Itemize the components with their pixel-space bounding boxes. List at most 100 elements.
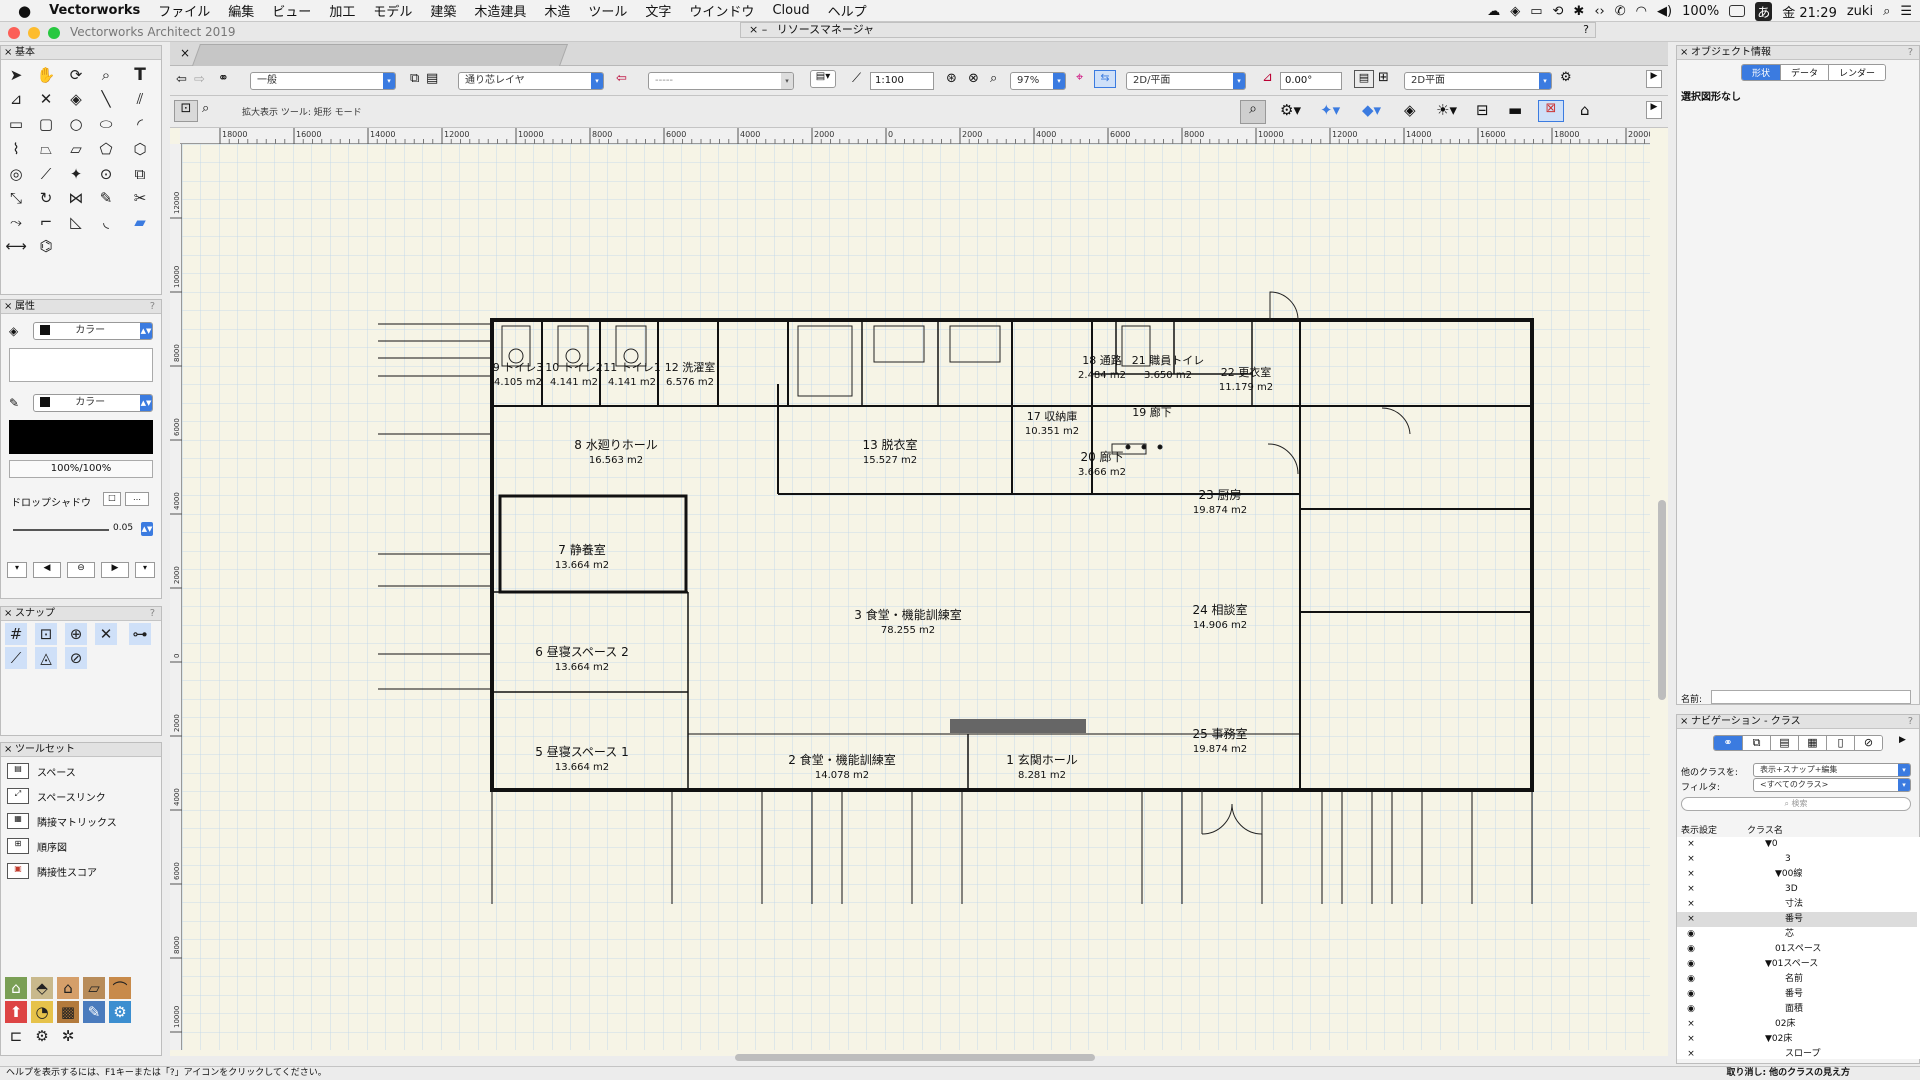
fit-to-window-icon[interactable]: ⊛: [946, 71, 957, 86]
settings-gear-icon[interactable]: ⚙▾: [1280, 101, 1301, 119]
marquee-zoom-mode-icon[interactable]: ⊡: [174, 100, 198, 122]
help-icon[interactable]: ?: [1583, 23, 1589, 37]
menu-edit[interactable]: 編集: [219, 1, 263, 20]
zoom-select[interactable]: 97% ▾: [1010, 72, 1066, 90]
window-close-button[interactable]: [8, 27, 20, 39]
line-tool-icon[interactable]: ╲: [95, 88, 117, 110]
viewport-icon[interactable]: ⊠: [1538, 100, 1564, 122]
toolset-pipe-icon[interactable]: ⚙: [109, 1001, 131, 1023]
window-minimize-button[interactable]: [28, 27, 40, 39]
toolset-settings-icon[interactable]: ✲: [57, 1025, 79, 1047]
menu-wood-fittings[interactable]: 木造建具: [465, 1, 535, 20]
spiral-tool-icon[interactable]: ◎: [5, 163, 27, 185]
snap-intersection-icon[interactable]: ✕: [95, 623, 117, 645]
toolset-gear-icon[interactable]: ⚙: [31, 1025, 53, 1047]
menu-wood[interactable]: 木造: [535, 1, 579, 20]
toolset-item-space-link[interactable]: ⤢ スペースリンク: [7, 786, 106, 806]
class-row[interactable]: ◉ 名前: [1677, 972, 1917, 987]
arc-tool-icon[interactable]: ◜: [129, 113, 151, 135]
nav-expand-icon[interactable]: ▶: [1899, 735, 1906, 745]
unified-view-icon[interactable]: ⌖: [1076, 70, 1083, 85]
class-row[interactable]: × 3: [1677, 852, 1917, 867]
viewports-tab-icon[interactable]: ▦: [1798, 736, 1826, 750]
line-weight-value[interactable]: 0.05: [113, 523, 133, 533]
polygon-tool-icon[interactable]: ⏥: [65, 138, 87, 160]
arrow-right-icon[interactable]: ▶: [101, 562, 129, 578]
menu-tools[interactable]: ツール: [579, 1, 636, 20]
snap-grid-icon[interactable]: #: [5, 623, 27, 645]
toolset-item-adjacency-score[interactable]: ▣ 隣接性スコア: [7, 861, 97, 881]
trim-tool-icon[interactable]: ✂: [129, 187, 151, 209]
x-tool-icon[interactable]: ✕: [35, 88, 57, 110]
mode-bar-expand-icon[interactable]: ▶: [1646, 101, 1662, 119]
toolset-light-icon[interactable]: ◔: [31, 1001, 53, 1023]
toolset-item-space[interactable]: ▤ スペース: [7, 761, 76, 781]
lighting-icon[interactable]: ☀▾: [1436, 101, 1457, 119]
fill-swatch[interactable]: [9, 348, 153, 382]
document-tab[interactable]: [191, 44, 569, 66]
user-name[interactable]: zuki: [1847, 4, 1873, 19]
input-source[interactable]: あ: [1755, 1, 1773, 21]
drawing-area[interactable]: 9 トイレ3 4.105 m2 10 トイレ2 4.141 m2 11 トイレ1 4.14…: [182, 144, 1650, 1050]
clock[interactable]: 金 21:29: [1782, 2, 1837, 21]
offset-tool-icon[interactable]: ⤳: [5, 211, 27, 233]
rounded-rectangle-tool-icon[interactable]: ▢: [35, 113, 57, 135]
horizontal-scrollbar[interactable]: [735, 1054, 1095, 1061]
help-icon[interactable]: ?: [1908, 46, 1913, 59]
circle-tool-icon[interactable]: ○: [65, 113, 87, 135]
toolset-item-adjacency-matrix[interactable]: ▦ 隣接マトリックス: [7, 811, 117, 831]
clip-tool-icon[interactable]: ⧉: [129, 163, 151, 185]
close-icon[interactable]: ×: [1680, 715, 1688, 728]
cloud-status-icon[interactable]: ☁: [1487, 4, 1500, 19]
help-icon[interactable]: ?: [150, 607, 155, 620]
dropbox-icon[interactable]: ◈: [1510, 4, 1520, 19]
layer-visibility-icon[interactable]: ⧉: [410, 71, 419, 86]
class-row[interactable]: × ▼00線: [1677, 867, 1917, 882]
class-row[interactable]: ◉ 面積: [1677, 1002, 1917, 1017]
class-search-field[interactable]: ⌕ 検索: [1681, 797, 1911, 811]
app-menu[interactable]: Vectorworks: [40, 3, 149, 18]
menu-cloud[interactable]: Cloud: [763, 3, 818, 18]
component-icon[interactable]: ◆▾: [1362, 101, 1381, 119]
menu-modify[interactable]: 加工: [320, 1, 364, 20]
fill-style-select[interactable]: カラー ▲▼: [33, 322, 153, 340]
close-icon[interactable]: ×: [4, 743, 12, 756]
tag-icon[interactable]: ⌂: [1580, 101, 1590, 119]
zoom-mode-icon[interactable]: ⌕: [202, 101, 209, 116]
mirror-tool-icon[interactable]: ⋈: [65, 187, 87, 209]
sheet-layers-tab-icon[interactable]: ▤: [1770, 736, 1798, 750]
class-name-column-header[interactable]: クラス名: [1747, 823, 1783, 836]
class-row[interactable]: × 寸法: [1677, 897, 1917, 912]
opacity-field[interactable]: 100%/100%: [9, 460, 153, 478]
saved-views-tab-icon[interactable]: ▯: [1826, 736, 1854, 750]
saved-views-icon[interactable]: ⇦: [616, 71, 627, 86]
class-row[interactable]: × スロープ: [1677, 1047, 1917, 1062]
magnify-glass-icon[interactable]: ⌕: [1240, 100, 1266, 124]
regular-polygon-tool-icon[interactable]: ⬡: [129, 138, 151, 160]
fillet-tool-icon[interactable]: ◟: [95, 211, 117, 233]
saved-view-select[interactable]: ----- ▾: [648, 72, 794, 90]
visibility-column-header[interactable]: 表示設定: [1681, 823, 1717, 836]
class-row[interactable]: × ▼0: [1677, 837, 1917, 852]
toolset-architect-icon[interactable]: ⌂: [5, 977, 27, 999]
help-icon[interactable]: ?: [1908, 715, 1913, 728]
standard-view-select[interactable]: 2D/平面 ▾: [1126, 72, 1246, 90]
menu-help[interactable]: ヘルプ: [819, 1, 876, 20]
link-icon[interactable]: ⊖: [67, 562, 95, 578]
filter-select[interactable]: <すべてのクラス> ▾: [1753, 778, 1911, 792]
class-row[interactable]: ◉ ▼01スペース: [1677, 957, 1917, 972]
toolset-building-icon[interactable]: ⌂: [57, 977, 79, 999]
window-zoom-button[interactable]: [48, 27, 60, 39]
snap-tangent-icon[interactable]: ⟋: [5, 647, 27, 669]
toolset-fixture-icon[interactable]: ⌒: [109, 977, 131, 999]
tab-data[interactable]: データ: [1780, 65, 1829, 80]
notification-center-icon[interactable]: ☰: [1900, 4, 1912, 19]
battery-icon[interactable]: [1729, 5, 1746, 17]
connect-tool-icon[interactable]: ⌐: [35, 211, 57, 233]
split-tool-icon[interactable]: ✎: [95, 187, 117, 209]
toolset-furniture-icon[interactable]: ▩: [57, 1001, 79, 1023]
selection-tool-icon[interactable]: ➤: [5, 64, 27, 86]
menu-text[interactable]: 文字: [636, 1, 680, 20]
close-icon[interactable]: × –: [749, 23, 767, 36]
text-tool-icon[interactable]: T: [129, 64, 151, 86]
